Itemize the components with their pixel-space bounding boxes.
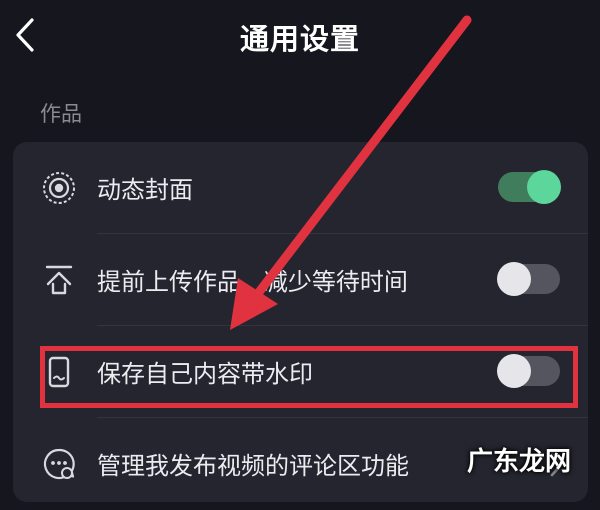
- comment-settings-icon: [41, 446, 77, 482]
- setting-row-dynamic-cover[interactable]: 动态封面: [13, 142, 588, 234]
- watermark-text: 广东龙网: [467, 447, 572, 477]
- setting-label: 提前上传作品 减少等待时间: [97, 268, 408, 296]
- setting-label: 管理我发布视频的评论区功能: [97, 452, 409, 480]
- toggle-knob: [497, 262, 531, 296]
- early-upload-toggle[interactable]: [497, 262, 560, 296]
- toggle-knob: [527, 170, 561, 204]
- setting-row-early-upload[interactable]: 提前上传作品 减少等待时间: [13, 234, 588, 326]
- section-label: 作品: [40, 102, 82, 126]
- highlight-annotation-box: [40, 346, 578, 408]
- live-cover-icon: [41, 170, 77, 206]
- top-bar: 通用设置: [0, 0, 600, 76]
- setting-label: 动态封面: [97, 176, 193, 204]
- dynamic-cover-toggle[interactable]: [498, 170, 561, 204]
- page-title: 通用设置: [239, 22, 360, 56]
- upload-icon: [41, 262, 77, 298]
